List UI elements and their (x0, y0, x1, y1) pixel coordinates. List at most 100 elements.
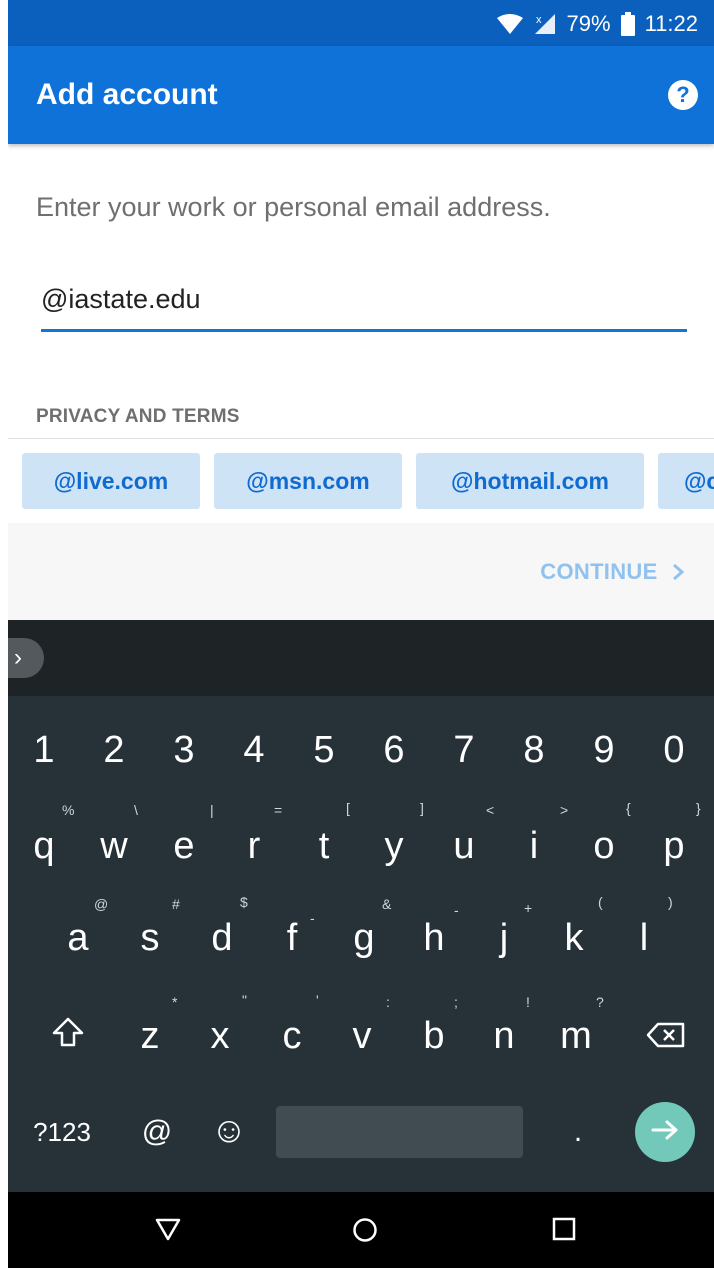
key-o[interactable]: o (572, 816, 636, 876)
backspace-key[interactable] (634, 1006, 698, 1066)
key-3[interactable]: 3 (152, 722, 216, 778)
key-7[interactable]: 7 (432, 722, 496, 778)
key-hint: ! (526, 994, 530, 1010)
key-2[interactable]: 2 (82, 722, 146, 778)
key-hint: ( (598, 894, 603, 910)
key-hint: # (172, 896, 180, 912)
key-hint: ; (454, 994, 458, 1010)
key-r[interactable]: r (222, 816, 286, 876)
key-l[interactable]: l (612, 908, 676, 968)
battery-percent: 79% (566, 11, 611, 36)
key-hint: } (696, 800, 701, 816)
key-w[interactable]: w (82, 816, 146, 876)
key-i[interactable]: i (502, 816, 566, 876)
arrow-right-icon (651, 1120, 679, 1145)
key-5[interactable]: 5 (292, 722, 356, 778)
screen: x 79% 11:22 Add account ? Enter your wor… (8, 0, 714, 1268)
symbols-key[interactable]: ?123 (22, 1106, 102, 1158)
key-hint: - (454, 902, 459, 918)
key-n[interactable]: n (472, 1006, 536, 1066)
key-t[interactable]: t (292, 816, 356, 876)
key-a[interactable]: a (46, 908, 110, 968)
svg-text:x: x (536, 14, 542, 26)
emoji-icon[interactable]: ☺ (198, 1102, 260, 1158)
domain-chip-msn[interactable]: @msn.com (214, 453, 402, 509)
key-6[interactable]: 6 (362, 722, 426, 778)
key-hint: - (310, 910, 315, 926)
backspace-icon (646, 1015, 686, 1058)
key-hint: ' (316, 992, 319, 1008)
chevron-right-icon (672, 559, 685, 584)
signal-icon: x (533, 12, 557, 36)
status-bar: x 79% 11:22 (8, 0, 714, 46)
help-icon[interactable]: ? (668, 80, 698, 110)
email-prompt: Enter your work or personal email addres… (36, 192, 551, 222)
key-hint: = (274, 802, 283, 818)
domain-chip-hotmail[interactable]: @hotmail.com (416, 453, 644, 509)
key-hint: ) (668, 894, 673, 910)
key-e[interactable]: e (152, 816, 216, 876)
key-4[interactable]: 4 (222, 722, 286, 778)
privacy-and-terms-link[interactable]: PRIVACY AND TERMS (36, 406, 240, 428)
domain-chip-live[interactable]: @live.com (22, 453, 200, 509)
key-c[interactable]: c (260, 1006, 324, 1066)
continue-label: CONTINUE (540, 559, 658, 584)
key-y[interactable]: y (362, 816, 426, 876)
key-u[interactable]: u (432, 816, 496, 876)
shift-key[interactable] (36, 1006, 100, 1066)
key-hint: \ (134, 802, 138, 818)
key-hint: < (486, 802, 495, 818)
key-hint: { (626, 800, 631, 816)
key-s[interactable]: s (118, 908, 182, 968)
continue-button[interactable]: CONTINUE (540, 559, 685, 585)
app-bar: Add account ? (8, 46, 714, 144)
key-hint: [ (346, 800, 350, 816)
key-v[interactable]: v (330, 1006, 394, 1066)
key-9[interactable]: 9 (572, 722, 636, 778)
key-x[interactable]: x (188, 1006, 252, 1066)
key-m[interactable]: m (544, 1006, 608, 1066)
page-title: Add account (36, 78, 218, 111)
continue-bar: CONTINUE (8, 523, 714, 620)
email-field[interactable] (41, 270, 687, 332)
key-d[interactable]: d (190, 908, 254, 968)
recents-icon[interactable] (551, 1216, 577, 1247)
wifi-icon (496, 14, 523, 34)
keyboard-suggestion-strip (8, 620, 714, 696)
key-p[interactable]: p (642, 816, 706, 876)
at-key[interactable]: @ (126, 1106, 188, 1158)
key-hint: + (524, 900, 533, 916)
key-hint: * (172, 994, 178, 1010)
domain-suggestions: @live.com @msn.com @hotmail.com @c (8, 439, 714, 523)
home-icon[interactable] (351, 1216, 379, 1249)
key-hint: ] (420, 800, 424, 816)
key-q[interactable]: q (12, 816, 76, 876)
enter-key[interactable] (635, 1102, 695, 1162)
key-0[interactable]: 0 (642, 722, 706, 778)
key-hint: @ (94, 896, 109, 912)
key-g[interactable]: g (332, 908, 396, 968)
key-1[interactable]: 1 (12, 722, 76, 778)
space-key[interactable] (276, 1106, 523, 1158)
key-k[interactable]: k (542, 908, 606, 968)
key-hint: $ (240, 894, 248, 910)
key-hint: > (560, 802, 569, 818)
period-key[interactable]: . (548, 1102, 608, 1162)
key-8[interactable]: 8 (502, 722, 566, 778)
key-j[interactable]: j (472, 908, 536, 968)
key-b[interactable]: b (402, 1006, 466, 1066)
key-hint: ? (596, 994, 604, 1010)
key-hint: & (382, 896, 392, 912)
back-icon[interactable] (154, 1216, 182, 1247)
key-hint: : (386, 994, 390, 1010)
keyboard: 1 2 3 4 5 6 7 8 9 0 q w e r t y u i o p … (8, 696, 714, 1192)
key-hint: " (242, 992, 247, 1008)
domain-chip-partial[interactable]: @c (658, 453, 714, 509)
status-icons: x 79% 11:22 (496, 10, 698, 38)
clock: 11:22 (644, 11, 698, 36)
shift-icon (51, 1015, 85, 1058)
key-hint: % (62, 802, 75, 818)
battery-icon (620, 12, 635, 36)
key-hint: | (210, 802, 214, 818)
key-z[interactable]: z (118, 1006, 182, 1066)
